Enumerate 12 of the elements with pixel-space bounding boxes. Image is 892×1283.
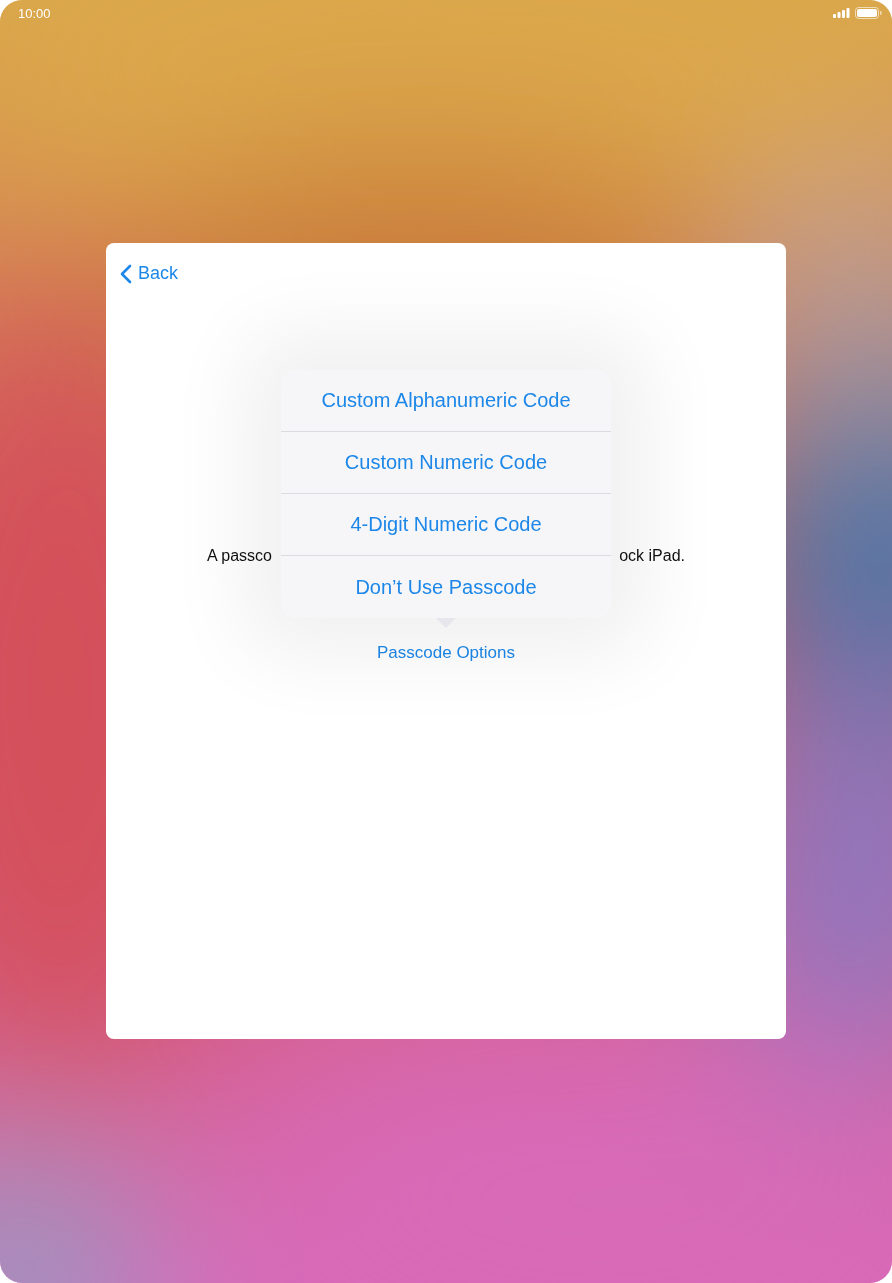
passcode-options-link[interactable]: Passcode Options [377,643,515,663]
back-link[interactable]: Back [120,263,179,284]
battery-icon [855,7,882,19]
option-item[interactable]: Don’t Use Passcode [281,556,611,618]
chevron-left-icon [120,263,132,284]
option-item[interactable]: Custom Numeric Code [281,432,611,494]
description-text: A passco [207,547,272,565]
option-item[interactable]: 4-Digit Numeric Code [281,494,611,556]
status-time: 10:00 [18,5,51,21]
description-text: ock iPad. [619,547,685,565]
option-item[interactable]: Custom Alphanumeric Code [281,370,611,432]
signal-icon [833,8,850,18]
